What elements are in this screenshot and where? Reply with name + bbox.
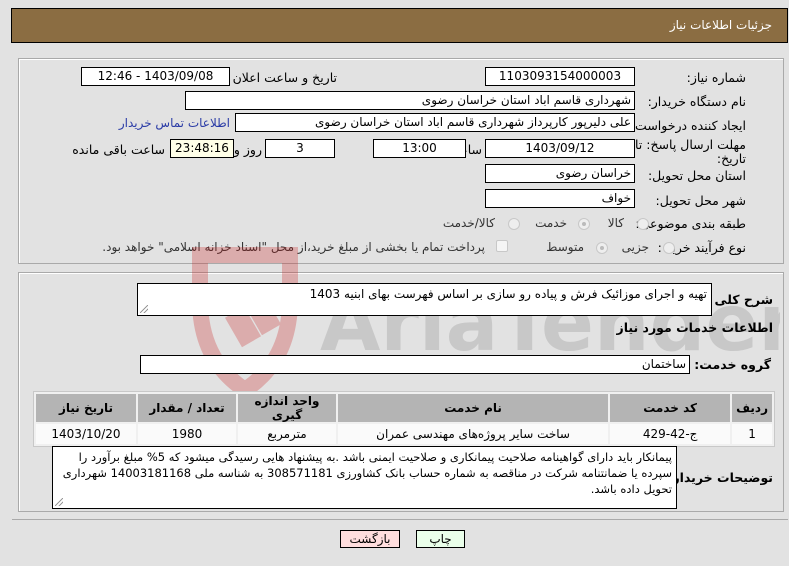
delivery-city-field[interactable]: خواف xyxy=(485,189,635,208)
purchase-medium-radio[interactable] xyxy=(596,242,608,254)
buyer-notes-field[interactable]: پیمانکار باید دارای گواهینامه صلاحیت پیم… xyxy=(52,446,677,509)
buyer-org-field[interactable]: شهرداری قاسم اباد استان خراسان رضوی xyxy=(185,91,635,110)
days-label: روز و xyxy=(233,142,262,157)
cell-row-number: 1 xyxy=(732,424,772,444)
col-header-need-date: تاریخ نیاز xyxy=(36,394,136,422)
requester-label: ایجاد کننده درخواست: xyxy=(630,118,746,133)
treasury-bonds-label: پرداخت تمام یا بخشی از مبلغ خرید،از محل … xyxy=(102,240,485,254)
category-goods-radio[interactable] xyxy=(637,218,649,230)
delivery-province-label: استان محل تحویل: xyxy=(647,168,746,183)
delivery-province-field[interactable]: خراسان رضوی xyxy=(485,164,635,183)
remaining-time-label: ساعت باقی مانده xyxy=(72,142,165,157)
description-field[interactable]: تهیه و اجرای موزائیک فرش و پیاده رو سازی… xyxy=(137,283,712,316)
table-header-row: ردیف کد خدمت نام خدمت واحد اندازه گیری ت… xyxy=(36,394,772,422)
service-group-label: گروه خدمت: xyxy=(694,357,771,372)
requester-field[interactable]: علی دلیرپور کارپرداز شهرداری قاسم اباد ا… xyxy=(235,113,635,132)
deadline-time-field[interactable]: 13:00 xyxy=(373,139,466,158)
category-service-label: خدمت xyxy=(535,216,567,230)
need-number-field[interactable]: 1103093154000003 xyxy=(485,67,635,86)
col-header-service-code: کد خدمت xyxy=(610,394,731,422)
services-table: ردیف کد خدمت نام خدمت واحد اندازه گیری ت… xyxy=(33,391,775,447)
col-header-row-number: ردیف xyxy=(732,394,772,422)
buyer-contact-link[interactable]: اطلاعات تماس خریدار xyxy=(119,116,230,130)
need-info-panel xyxy=(18,58,784,264)
resize-grip-icon[interactable] xyxy=(140,305,148,313)
resize-grip-icon[interactable] xyxy=(55,498,63,506)
col-header-unit: واحد اندازه گیری xyxy=(238,394,336,422)
remaining-time-field: 23:48:16 xyxy=(170,139,234,158)
col-header-service-name: نام خدمت xyxy=(338,394,609,422)
purchase-minor-label: جزیی xyxy=(621,240,649,254)
services-section-title: اطلاعات خدمات مورد نیاز xyxy=(616,320,774,335)
back-button[interactable]: بازگشت xyxy=(340,530,400,548)
col-header-quantity: تعداد / مقدار xyxy=(138,394,236,422)
services-table-wrap: ردیف کد خدمت نام خدمت واحد اندازه گیری ت… xyxy=(33,391,775,447)
treasury-bonds-checkbox[interactable] xyxy=(496,240,508,252)
buyer-org-label: نام دستگاه خریدار: xyxy=(647,94,746,109)
print-button[interactable]: چاپ xyxy=(416,530,465,548)
page-title: جزئیات اطلاعات نیاز xyxy=(669,18,772,32)
footer-divider xyxy=(12,519,788,520)
cell-need-date: 1403/10/20 xyxy=(36,424,136,444)
deadline-label-line1: مهلت ارسال پاسخ: تا xyxy=(635,137,746,152)
service-group-field[interactable]: ساختمان xyxy=(140,355,690,374)
buyer-notes-label: توضیحات خریدار: xyxy=(667,470,773,485)
delivery-city-label: شهر محل تحویل: xyxy=(655,193,746,208)
remaining-days-field: 3 xyxy=(265,139,335,158)
purchase-medium-label: متوسط xyxy=(546,240,584,254)
table-row: 1 ج-42-429 ساخت سایر پروژه‌های مهندسی عم… xyxy=(36,424,772,444)
cell-unit: مترمربع xyxy=(238,424,336,444)
cell-service-code: ج-42-429 xyxy=(610,424,731,444)
deadline-date-field[interactable]: 1403/09/12 xyxy=(485,139,635,158)
category-service-radio[interactable] xyxy=(578,218,590,230)
category-goods-label: کالا xyxy=(607,216,624,230)
cell-service-name: ساخت سایر پروژه‌های مهندسی عمران xyxy=(338,424,609,444)
cell-quantity: 1980 xyxy=(138,424,236,444)
category-label: طبقه بندی موضوعی: xyxy=(635,216,746,231)
category-goods-service-label: کالا/خدمت xyxy=(442,216,495,230)
buyer-notes-text: پیمانکار باید دارای گواهینامه صلاحیت پیم… xyxy=(62,450,672,496)
deadline-label-line2: تاریخ: xyxy=(716,151,746,166)
page-title-bar: جزئیات اطلاعات نیاز xyxy=(11,8,788,43)
category-goods-service-radio[interactable] xyxy=(508,218,520,230)
announce-datetime-field[interactable]: 1403/09/08 - 12:46 xyxy=(81,67,230,86)
need-number-label: شماره نیاز: xyxy=(686,70,746,85)
purchase-minor-radio[interactable] xyxy=(663,242,675,254)
description-text: تهیه و اجرای موزائیک فرش و پیاده رو سازی… xyxy=(309,287,707,301)
